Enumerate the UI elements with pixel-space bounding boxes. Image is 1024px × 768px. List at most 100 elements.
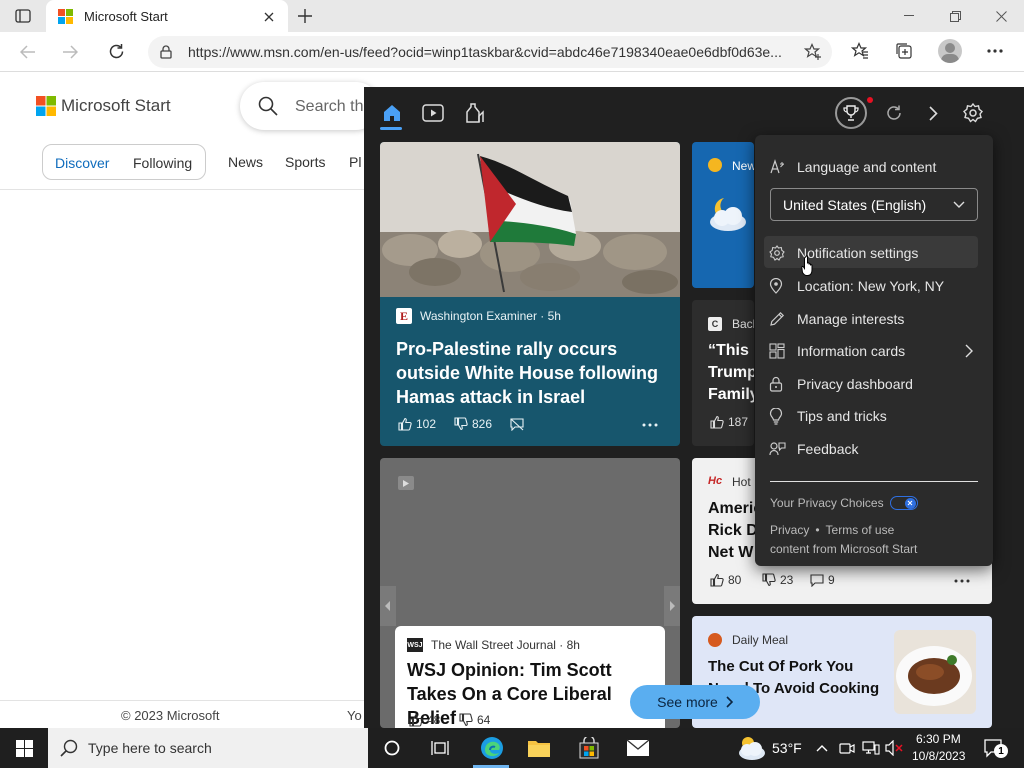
new-tab-icon[interactable]	[294, 6, 316, 26]
close-window-icon[interactable]	[990, 6, 1012, 26]
chevron-right-icon	[965, 344, 973, 358]
more-menu-icon[interactable]	[987, 49, 1003, 53]
volume-muted-icon[interactable]	[885, 740, 903, 756]
like-button[interactable]: 102	[398, 417, 436, 431]
restore-icon[interactable]	[944, 6, 966, 26]
dislike-button[interactable]: 64	[459, 713, 490, 727]
menu-item-feedback[interactable]: Feedback	[769, 434, 977, 464]
lock-icon[interactable]	[160, 45, 172, 59]
sun-icon	[708, 158, 722, 172]
weather-label: New	[732, 159, 754, 173]
carousel-next-button[interactable]	[664, 586, 680, 626]
comments-button[interactable]: 9	[810, 573, 835, 587]
privacy-toggle-icon	[889, 496, 918, 510]
news-headline[interactable]: “This I Trump Family	[708, 340, 754, 406]
menu-item-information-cards[interactable]: Information cards	[769, 336, 977, 366]
privacy-choices-link[interactable]: Your Privacy Choices	[770, 496, 918, 510]
like-button[interactable]: 48	[409, 713, 440, 727]
network-icon[interactable]	[862, 740, 880, 756]
add-favorite-icon[interactable]	[804, 43, 822, 61]
chevron-right-icon[interactable]	[929, 106, 938, 121]
menu-item-tips-and-tricks[interactable]: Tips and tricks	[769, 401, 977, 431]
rewards-trophy-icon[interactable]	[835, 97, 867, 129]
video-icon[interactable]	[422, 104, 444, 122]
cortana-icon[interactable]	[380, 736, 404, 760]
privacy-link[interactable]: Privacy	[770, 523, 809, 537]
task-view-icon[interactable]	[428, 736, 452, 760]
favorites-icon[interactable]	[851, 42, 869, 60]
see-more-label: See more	[657, 694, 718, 710]
news-card-main[interactable]: E Washington Examiner · 5h Pro-Palestine…	[380, 142, 680, 446]
divider	[0, 189, 364, 190]
microsoft-store-icon[interactable]	[576, 734, 602, 762]
weather-temperature[interactable]: 53°F	[772, 740, 802, 756]
collections-icon[interactable]	[895, 42, 913, 60]
forward-arrow-icon[interactable]	[60, 42, 80, 62]
steak-photo	[894, 630, 976, 714]
language-and-content-heading: Language and content	[769, 152, 977, 182]
like-button[interactable]: 187	[710, 415, 748, 429]
refresh-icon[interactable]	[885, 104, 903, 122]
wsj-news-card[interactable]: WSJ The Wall Street Journal · 8h WSJ Opi…	[395, 626, 665, 728]
games-icon[interactable]	[464, 103, 486, 123]
news-headline[interactable]: WSJ Opinion: Tim Scott Takes On a Core L…	[407, 658, 657, 728]
footer-link[interactable]: Yo	[347, 708, 362, 723]
address-bar[interactable]: https://www.msn.com/en-us/feed?ocid=winp…	[148, 36, 832, 68]
meet-now-icon[interactable]	[839, 740, 855, 756]
dislike-button[interactable]: 826	[454, 417, 492, 431]
nav-more[interactable]: Pl	[349, 154, 361, 170]
browser-tab[interactable]: Microsoft Start	[46, 0, 288, 32]
tab-following[interactable]: Following	[133, 155, 192, 171]
file-explorer-icon[interactable]	[526, 736, 552, 760]
edge-browser-icon[interactable]	[478, 734, 506, 762]
feed-tab-group: Discover Following	[42, 144, 206, 180]
clock-date[interactable]: 10/8/2023	[912, 749, 965, 763]
comments-off-icon[interactable]	[510, 418, 524, 431]
weather-cloud-icon[interactable]	[736, 734, 766, 762]
clock-time[interactable]: 6:30 PM	[916, 732, 961, 746]
minimize-icon[interactable]	[898, 6, 920, 26]
mail-icon[interactable]	[624, 736, 652, 760]
lock-icon	[769, 376, 797, 392]
tab-discover[interactable]: Discover	[55, 155, 109, 171]
refresh-icon[interactable]	[106, 41, 126, 61]
pencil-icon	[769, 311, 797, 327]
menu-item-privacy-dashboard[interactable]: Privacy dashboard	[769, 369, 977, 399]
browser-tab-bar: Microsoft Start	[0, 0, 1024, 32]
more-options-icon[interactable]	[642, 423, 658, 427]
lightbulb-icon	[769, 407, 797, 425]
dislike-button[interactable]: 23	[762, 573, 793, 587]
like-count: 48	[427, 713, 441, 727]
back-arrow-icon[interactable]	[18, 42, 38, 62]
settings-gear-icon[interactable]	[963, 103, 983, 123]
more-options-icon[interactable]	[954, 579, 970, 583]
news-headline[interactable]: Pro-Palestine rally occurs outside White…	[396, 337, 666, 409]
video-card[interactable]: WSJ The Wall Street Journal · 8h WSJ Opi…	[380, 458, 680, 728]
nav-news[interactable]: News	[228, 154, 263, 170]
microsoft-logo-icon	[58, 9, 73, 24]
news-card-peek[interactable]: C Back “This I Trump Family 187	[692, 300, 754, 446]
site-search-box[interactable]: Search th	[240, 82, 380, 130]
nav-sports[interactable]: Sports	[285, 154, 325, 170]
see-more-button[interactable]: See more	[630, 685, 760, 719]
menu-item-manage-interests[interactable]: Manage interests	[769, 304, 977, 334]
gear-icon	[769, 245, 797, 261]
weather-card[interactable]: New	[692, 142, 754, 288]
url-text: https://www.msn.com/en-us/feed?ocid=winp…	[188, 44, 782, 60]
like-count: 80	[728, 573, 742, 587]
site-search-placeholder: Search th	[295, 98, 364, 115]
taskbar-search-box[interactable]: Type here to search	[48, 728, 368, 768]
carousel-prev-button[interactable]	[380, 586, 396, 626]
tab-actions-icon[interactable]	[12, 6, 34, 26]
video-badge-icon	[398, 476, 414, 490]
home-icon[interactable]	[382, 103, 402, 123]
language-select[interactable]: United States (English)	[770, 188, 978, 221]
search-icon	[60, 739, 78, 757]
terms-link[interactable]: Terms of use	[826, 523, 895, 537]
like-button[interactable]: 80	[710, 573, 741, 587]
source-logo-icon: Hc	[708, 475, 723, 487]
close-tab-icon[interactable]	[260, 8, 278, 26]
chevron-up-icon[interactable]	[816, 744, 828, 752]
avatar[interactable]	[938, 39, 962, 63]
windows-start-icon[interactable]	[0, 728, 48, 768]
